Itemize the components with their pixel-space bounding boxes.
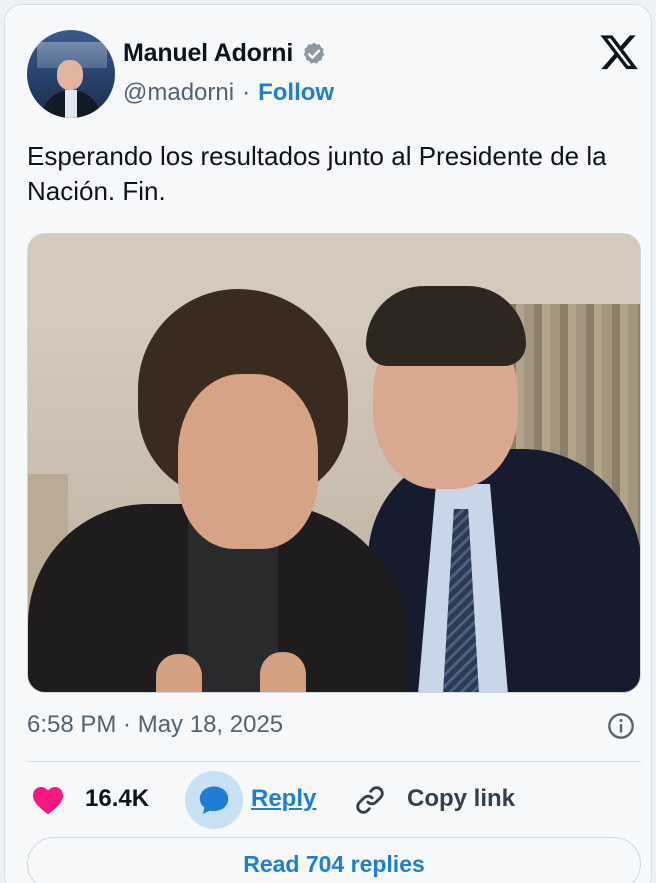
read-replies-button[interactable]: Read 704 replies (27, 837, 641, 883)
reply-link[interactable]: Reply (251, 785, 316, 813)
tweet-text: Esperando los resultados junto al Presid… (27, 141, 607, 206)
tweet-photo[interactable] (27, 233, 641, 693)
info-icon[interactable] (607, 712, 635, 740)
tweet-timestamp[interactable]: 6:58 PM · May 18, 2025 (27, 711, 283, 739)
author-name-row: Manuel Adorni (123, 39, 327, 68)
like-count[interactable]: 16.4K (85, 785, 149, 813)
tweet-card: Manuel Adorni @madorni · Follow Esperand… (4, 4, 652, 883)
link-icon[interactable] (353, 783, 387, 817)
author-handle-row: @madorni · Follow (123, 79, 334, 107)
author-handle[interactable]: @madorni (123, 79, 234, 107)
tweet-actions: 16.4K Reply Copy link (27, 771, 641, 829)
reply-bubble-icon[interactable] (197, 783, 231, 817)
copy-link-button[interactable]: Copy link (407, 785, 515, 813)
author-avatar[interactable] (27, 30, 115, 118)
verified-badge-icon (303, 42, 325, 64)
heart-icon[interactable] (31, 785, 65, 815)
x-logo-icon[interactable] (599, 33, 639, 71)
author-name[interactable]: Manuel Adorni (123, 39, 293, 68)
divider (27, 761, 641, 762)
follow-button[interactable]: Follow (258, 79, 334, 107)
separator-dot: · (242, 79, 251, 106)
